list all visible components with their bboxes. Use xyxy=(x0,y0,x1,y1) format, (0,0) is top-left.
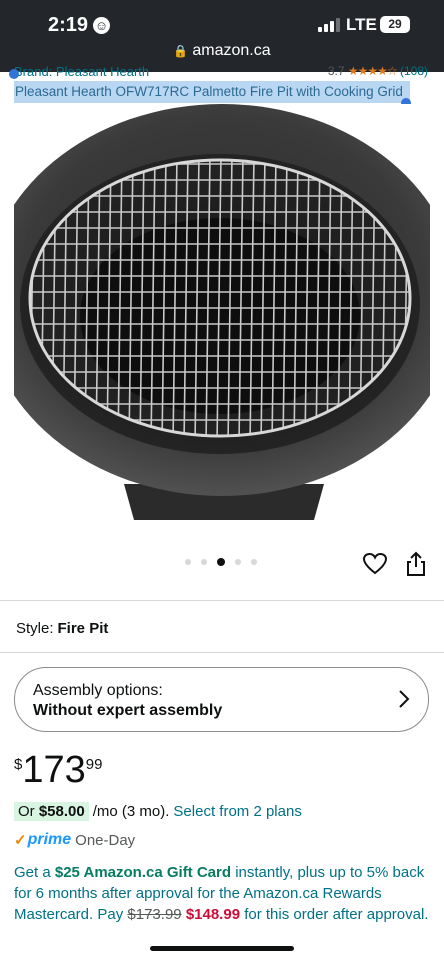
selection-start-handle[interactable] xyxy=(9,69,19,79)
pagination-dot[interactable] xyxy=(201,559,207,565)
url-text: amazon.ca xyxy=(192,42,271,59)
style-label: Style: xyxy=(16,620,54,637)
prime-badge: ✓ prime One-Day xyxy=(14,831,135,849)
rating-value: 3.7 xyxy=(327,64,345,78)
assembly-options-button[interactable]: Assembly options: Without expert assembl… xyxy=(14,667,429,732)
address-bar[interactable]: 🔒 amazon.ca xyxy=(0,42,444,60)
assembly-value: Without expert assembly xyxy=(33,702,223,719)
prime-check-icon: ✓ xyxy=(14,832,27,849)
price-whole: 173 xyxy=(22,749,86,791)
divider xyxy=(0,652,444,653)
price: $ 173 99 xyxy=(14,750,102,790)
credit-card-promo[interactable]: Get a $25 Amazon.ca Gift Card instantly,… xyxy=(14,862,430,925)
fire-pit-image xyxy=(14,104,430,520)
network-type: LTE xyxy=(346,15,377,34)
pagination-dot-active[interactable] xyxy=(217,558,225,566)
share-icon[interactable] xyxy=(405,551,427,577)
promo-gift-card: $25 Amazon.ca Gift Card xyxy=(54,864,232,881)
battery-icon: 29 xyxy=(380,16,410,33)
cellular-signal-icon xyxy=(318,18,340,32)
divider xyxy=(0,600,444,601)
style-value: Fire Pit xyxy=(57,620,109,637)
smiley-face-icon: ☺ xyxy=(93,17,111,34)
review-count: (108) xyxy=(399,64,428,78)
assembly-label: Assembly options: xyxy=(33,682,163,699)
image-pagination[interactable] xyxy=(185,558,257,566)
promo-text-1: Get a xyxy=(14,864,51,881)
monthly-amount-badge: Or $58.00 xyxy=(14,802,89,821)
select-plans-link[interactable]: Select from 2 plans xyxy=(173,803,301,820)
rating-summary[interactable]: 3.7 ★★★★☆ (108) xyxy=(328,64,428,78)
product-image[interactable] xyxy=(14,104,430,520)
status-bar: 2:19 ☺ LTE 29 🔒 amazon.ca xyxy=(0,0,444,72)
monthly-prefix: Or xyxy=(18,803,35,820)
pagination-dot[interactable] xyxy=(251,559,257,565)
monthly-term: /mo (3 mo). xyxy=(92,803,170,820)
promo-text-3: for this order after approval. xyxy=(244,906,429,923)
product-title[interactable]: Pleasant Hearth OFW717RC Palmetto Fire P… xyxy=(14,81,410,103)
chevron-right-icon xyxy=(399,690,410,708)
price-fraction: 99 xyxy=(85,756,103,773)
monthly-payment: Or $58.00 /mo (3 mo). Select from 2 plan… xyxy=(14,802,302,821)
heart-icon[interactable] xyxy=(362,551,388,577)
promo-pay: Pay xyxy=(97,906,124,923)
star-rating-icon: ★★★★☆ xyxy=(347,64,398,78)
pagination-dot[interactable] xyxy=(185,559,191,565)
lock-icon: 🔒 xyxy=(173,44,189,58)
price-symbol: $ xyxy=(14,756,23,773)
home-indicator xyxy=(150,946,294,951)
monthly-amount: $58.00 xyxy=(38,803,85,820)
pagination-dot[interactable] xyxy=(235,559,241,565)
brand-rating-row: Brand: Pleasant Hearth 3.7 ★★★★☆ (108) xyxy=(14,64,434,80)
clock: 2:19 ☺ xyxy=(48,14,111,37)
brand-link[interactable]: Brand: Pleasant Hearth xyxy=(14,64,149,79)
promo-old-price: $173.99 xyxy=(127,906,182,923)
prime-logo: prime xyxy=(27,831,72,848)
clock-time: 2:19 xyxy=(48,14,89,36)
style-selector[interactable]: Style: Fire Pit xyxy=(16,620,108,637)
delivery-speed: One-Day xyxy=(75,831,136,849)
promo-new-price: $148.99 xyxy=(185,906,241,923)
